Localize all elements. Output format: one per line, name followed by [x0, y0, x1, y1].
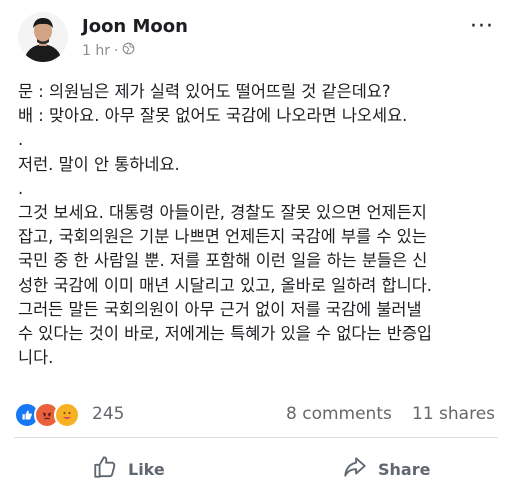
reaction-icons[interactable]	[14, 402, 80, 428]
like-label: Like	[128, 459, 165, 479]
post-meta: 1 hr ·	[82, 42, 135, 59]
post-line: 그것 보세요. 대통령 아들이란, 경찰도 잘못 있으면 언제든지	[18, 202, 427, 222]
share-arrow-icon	[342, 454, 368, 484]
post-header: Joon Moon 1 hr · ···	[0, 0, 512, 72]
share-label: Share	[378, 459, 431, 479]
divider	[14, 437, 498, 438]
care-icon	[54, 402, 80, 428]
post-line: 배 : 맞아요. 아무 잘못 없어도 국감에 나오라면 나오세요.	[18, 106, 408, 126]
post-line: 저런. 말이 안 통하네요.	[18, 154, 180, 174]
shares-count[interactable]: 11 shares	[412, 404, 495, 424]
post-line: 니다.	[18, 348, 54, 368]
post-line: 국민 중 한 사람일 뿐. 저를 포함해 이런 일을 하는 분들은 신	[18, 251, 428, 271]
post-line: 잡고, 국회의원은 기분 나쁘면 언제든지 국감에 부를 수 있는	[18, 227, 427, 247]
more-options-icon[interactable]: ···	[470, 16, 494, 38]
reaction-count[interactable]: 245	[92, 404, 124, 424]
meta-separator: ·	[114, 42, 119, 59]
thumbs-up-icon	[92, 454, 118, 484]
post-line: 그러든 말든 국회의원이 아무 근거 없이 저를 국감에 불러낼	[18, 299, 422, 319]
post-stats: 245 8 comments 11 shares	[0, 398, 512, 434]
post-line: .	[18, 130, 24, 150]
post-time[interactable]: 1 hr	[82, 43, 110, 59]
post-actions: Like Share	[0, 440, 512, 496]
author-avatar[interactable]	[18, 12, 68, 62]
post-body: 문 : 의원님은 제가 실력 있어도 떨어뜨릴 것 같은데요? 배 : 맞아요.…	[18, 80, 502, 370]
comments-count[interactable]: 8 comments	[286, 404, 392, 424]
post-line: 문 : 의원님은 제가 실력 있어도 떨어뜨릴 것 같은데요?	[18, 82, 391, 101]
author-name[interactable]: Joon Moon	[82, 16, 188, 37]
post-line: .	[18, 178, 24, 198]
post-line: 성한 국감에 이미 매년 시달리고 있고, 올바로 일하려 합니다.	[18, 275, 433, 295]
globe-icon	[122, 42, 135, 59]
share-button[interactable]: Share	[342, 454, 430, 484]
post-line: 수 있다는 것이 바로, 저에게는 특혜가 있을 수 없다는 반증입	[18, 323, 433, 343]
like-button[interactable]: Like	[92, 454, 165, 484]
